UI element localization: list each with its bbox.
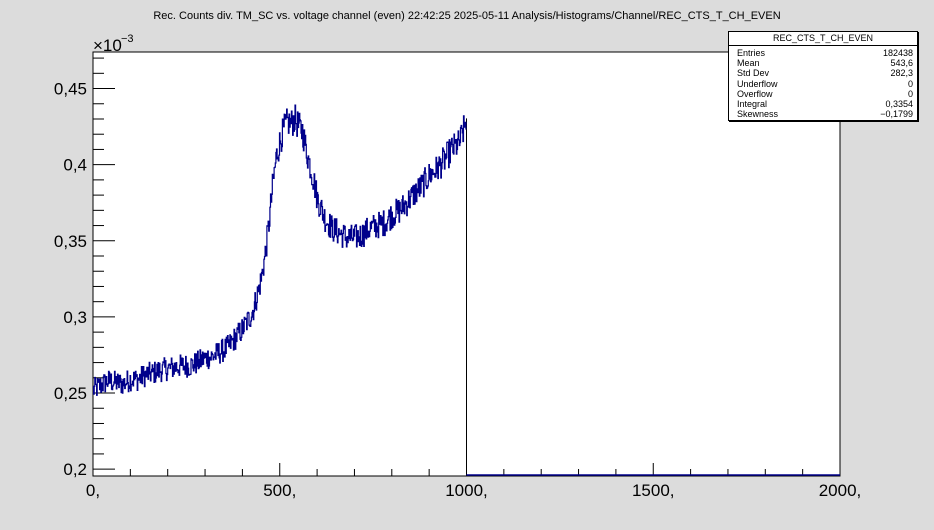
y-tick-label: 0,35 <box>54 232 87 251</box>
x-axis-tick-labels: 0, 500, 1000, 1500, 2000, <box>86 481 861 500</box>
stats-row-label: Std Dev <box>737 68 770 79</box>
stats-row-value: 0 <box>907 88 913 99</box>
stats-row-value: −0,1799 <box>880 109 913 120</box>
stats-box[interactable]: REC_CTS_T_CH_EVEN Entries 182438 Mean 543,6… <box>728 31 918 122</box>
stats-row-value: 182438 <box>882 48 913 58</box>
stats-row: Entries 182438 <box>737 48 913 58</box>
x-tick-label: 1500, <box>632 481 675 500</box>
y-axis-tick-labels: 0,2 0,25 0,3 0,35 0,4 0,45 <box>54 80 87 480</box>
stats-row: Integral 0,3354 <box>737 99 913 109</box>
stats-row-label: Integral <box>737 98 768 109</box>
stats-row-value: 0 <box>907 78 913 89</box>
y-axis-exponent: −3 <box>121 33 134 45</box>
stats-row: Underflow 0 <box>737 79 913 89</box>
stats-row-label: Overflow <box>737 88 773 99</box>
stats-row: Std Dev 282,3 <box>737 68 913 78</box>
stats-box-title: REC_CTS_T_CH_EVEN <box>729 32 917 46</box>
stats-row: Overflow 0 <box>737 89 913 99</box>
stats-row-value: 0,3354 <box>885 98 913 109</box>
stats-row: Mean 543,6 <box>737 58 913 68</box>
y-axis-multiplier: ×10 <box>93 36 122 55</box>
y-tick-label: 0,4 <box>63 156 87 175</box>
y-tick-label: 0,2 <box>63 460 87 479</box>
stats-row: Skewness −0,1799 <box>737 109 913 119</box>
stats-row-label: Mean <box>737 58 760 69</box>
x-tick-label: 0, <box>86 481 100 500</box>
x-tick-label: 1000, <box>445 481 488 500</box>
y-tick-label: 0,3 <box>63 308 87 327</box>
y-tick-label: 0,25 <box>54 384 87 403</box>
x-tick-label: 2000, <box>819 481 862 500</box>
y-tick-label: 0,45 <box>54 80 87 99</box>
stats-rows: Entries 182438 Mean 543,6 Std Dev 282,3 Underf… <box>729 46 917 120</box>
stats-row-label: Underflow <box>737 78 778 89</box>
stats-row-label: Entries <box>737 48 766 58</box>
stats-row-value: 282,3 <box>890 68 913 79</box>
stats-row-value: 543,6 <box>890 58 913 69</box>
x-tick-label: 500, <box>263 481 296 500</box>
stats-row-label: Skewness <box>737 109 779 120</box>
